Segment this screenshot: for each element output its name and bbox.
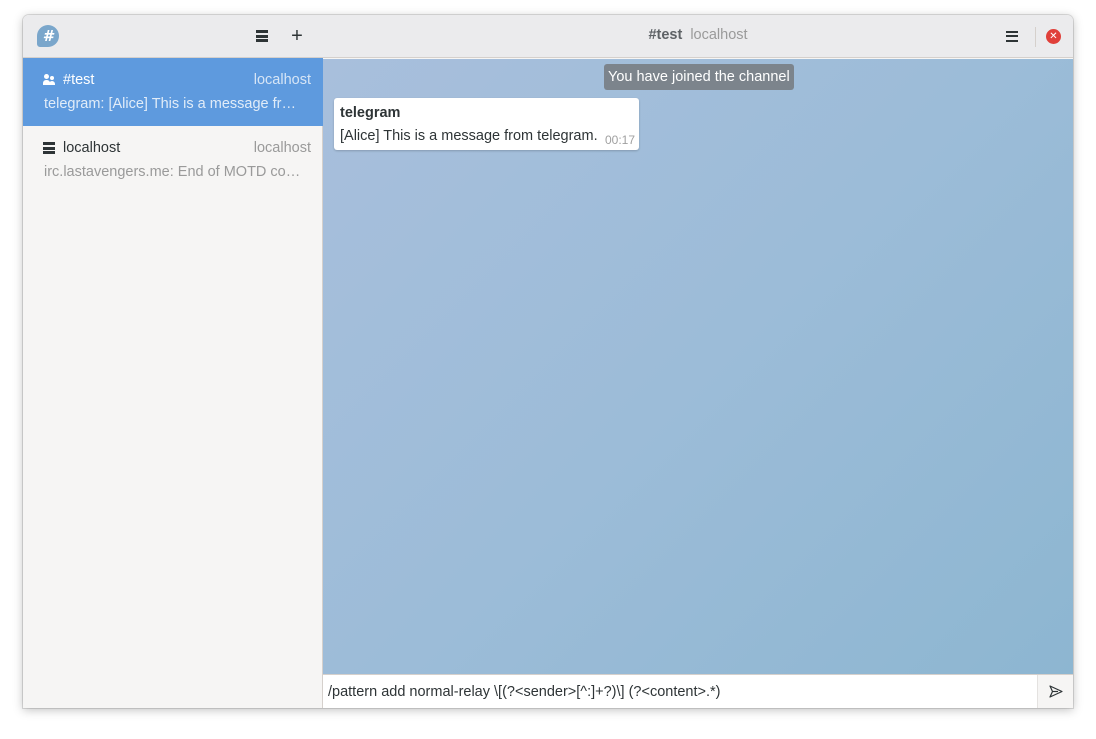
sidebar: # + #test localhost telegram: [Alice] Th… <box>23 15 323 708</box>
message-input[interactable] <box>323 675 1037 708</box>
message-list[interactable]: You have joined the channel telegram [Al… <box>323 59 1073 674</box>
chat-item-name: localhost <box>63 140 121 156</box>
server-list-button[interactable] <box>247 21 277 51</box>
chat-item-preview: telegram: [Alice] This is a message from… <box>44 96 302 112</box>
menu-button[interactable] <box>997 21 1027 51</box>
channel-title: #test localhost <box>323 27 1073 43</box>
hamburger-menu-icon <box>1006 30 1018 42</box>
chat-item-server: localhost <box>253 72 311 88</box>
message-sender: telegram <box>340 105 401 121</box>
composer <box>323 674 1073 708</box>
message-time: 00:17 <box>604 133 635 147</box>
close-window-button[interactable]: ✕ <box>1046 29 1061 44</box>
system-message: You have joined the channel <box>604 64 794 90</box>
users-icon <box>43 74 55 86</box>
server-icon <box>256 30 268 42</box>
chat-item-test[interactable]: #test localhost telegram: [Alice] This i… <box>23 58 323 126</box>
main-panel: #test localhost ✕ You have joined the ch… <box>323 15 1073 708</box>
main-header: #test localhost ✕ <box>323 15 1073 58</box>
server-icon <box>43 142 55 154</box>
close-icon: ✕ <box>1049 31 1058 42</box>
plus-icon: + <box>291 25 303 47</box>
chat-item-server: localhost <box>253 140 311 156</box>
channel-name: #test <box>648 27 683 43</box>
chat-item-preview: irc.lastavengers.me: End of MOTD command <box>44 164 302 180</box>
app-logo-icon: # <box>37 25 59 47</box>
sidebar-header: # + <box>23 15 323 58</box>
app-window: # + #test localhost telegram: [Alice] Th… <box>23 15 1073 708</box>
send-button[interactable] <box>1037 675 1073 708</box>
send-icon <box>1048 685 1063 698</box>
add-button[interactable]: + <box>282 21 312 51</box>
message-text: [Alice] This is a message from telegram. <box>340 128 598 144</box>
header-separator <box>1035 27 1036 47</box>
chat-item-localhost[interactable]: localhost localhost irc.lastavengers.me:… <box>23 126 323 194</box>
message-bubble[interactable]: telegram [Alice] This is a message from … <box>334 98 639 150</box>
chat-item-name: #test <box>63 72 95 88</box>
channel-server: localhost <box>690 27 748 43</box>
